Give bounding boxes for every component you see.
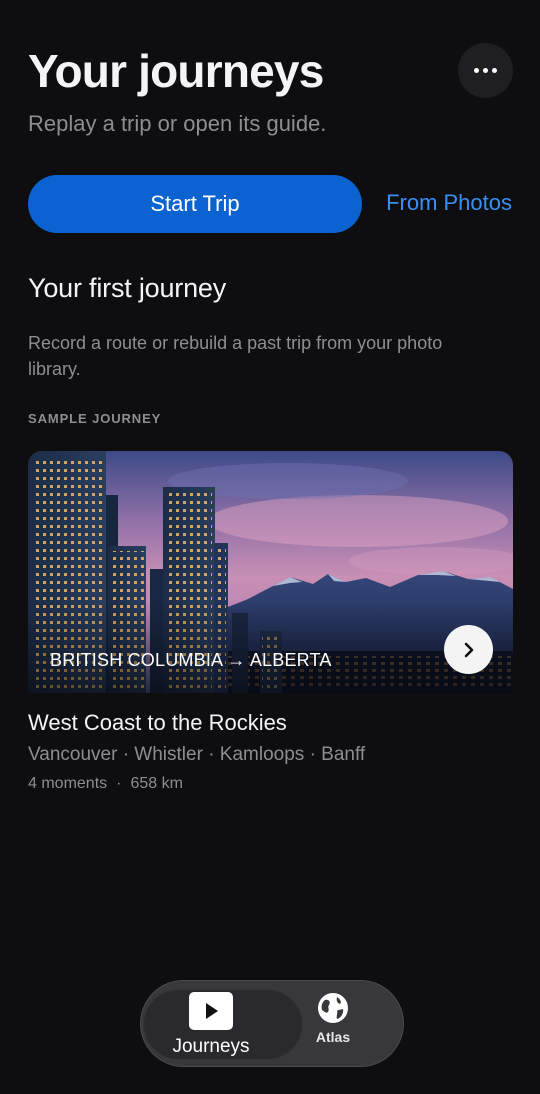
more-options-button[interactable] — [458, 43, 513, 98]
journeys-screen: Your journeys Replay a trip or open its … — [0, 0, 540, 1094]
section-description: Record a route or rebuild a past trip fr… — [28, 333, 443, 379]
journey-stops: Vancouver · Whistler · Kamloops · Banff — [28, 744, 366, 765]
more-icon — [474, 68, 479, 73]
sample-journey-label: SAMPLE JOURNEY — [28, 411, 162, 426]
journey-moments: 4 moments — [28, 775, 108, 792]
sample-journey-card[interactable]: BRITISH COLUMBIA → ALBERTA — [28, 451, 513, 693]
section-heading: Your first journey — [28, 273, 227, 303]
open-journey-button[interactable] — [444, 625, 493, 674]
page-title: Your journeys — [28, 45, 324, 97]
journey-title: West Coast to the Rockies — [28, 710, 287, 735]
journey-distance: 658 km — [130, 775, 183, 792]
page-subtitle: Replay a trip or open its guide. — [28, 111, 327, 136]
tab-label: Journeys — [172, 1036, 250, 1057]
tab-bar: Journeys Atlas — [140, 980, 404, 1067]
from-photos-link[interactable]: From Photos — [386, 190, 512, 216]
stats-separator: · — [116, 775, 122, 792]
journey-stats: 4 moments · 658 km — [28, 775, 183, 793]
globe-icon — [318, 993, 348, 1023]
tab-journeys[interactable]: Journeys — [172, 991, 250, 1059]
start-trip-button[interactable]: Start Trip — [28, 175, 362, 233]
tab-label: Atlas — [315, 1029, 351, 1045]
chevron-right-icon — [464, 642, 473, 657]
play-icon — [189, 992, 233, 1030]
card-route-label: BRITISH COLUMBIA → ALBERTA — [50, 650, 332, 670]
tab-atlas[interactable]: Atlas — [305, 991, 361, 1059]
